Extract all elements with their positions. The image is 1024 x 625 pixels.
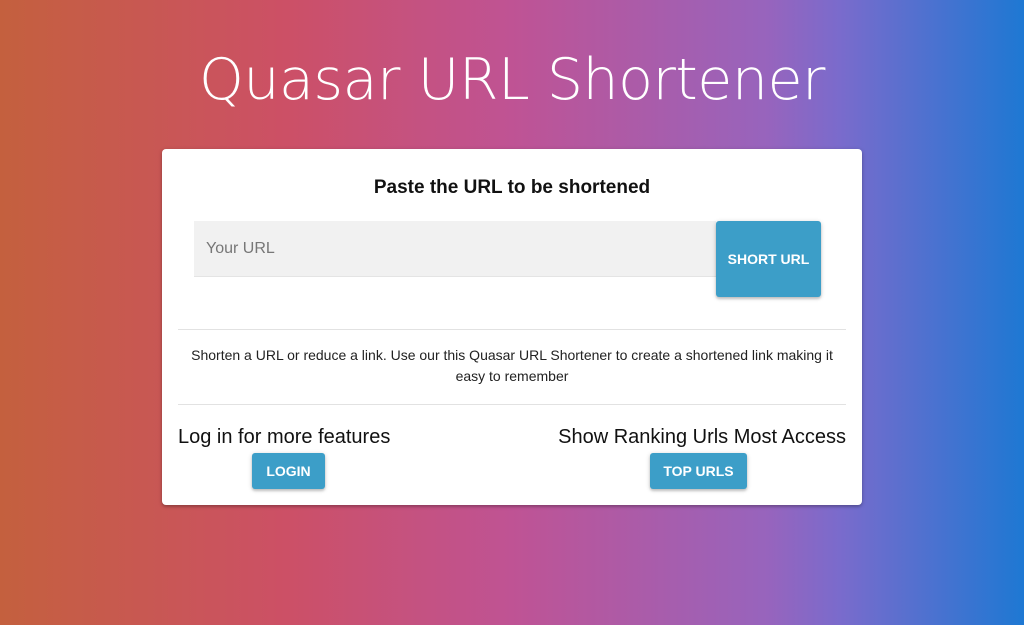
description-text: Shorten a URL or reduce a link. Use our … [191, 347, 833, 384]
page-title: Quasar URL Shortener [199, 47, 825, 113]
ranking-prompt-text: Show Ranking Urls Most Access [558, 426, 846, 448]
top-urls-button[interactable]: TOP URLS [650, 453, 747, 489]
divider [178, 404, 846, 405]
login-prompt-text: Log in for more features [178, 426, 391, 448]
short-url-button[interactable]: SHORT URL [716, 221, 821, 297]
url-input[interactable] [194, 221, 716, 277]
divider [178, 329, 846, 330]
shortener-card: Paste the URL to be shortened SHORT URL … [162, 149, 862, 505]
login-button[interactable]: LOGIN [252, 453, 325, 489]
card-heading: Paste the URL to be shortened [373, 177, 651, 198]
